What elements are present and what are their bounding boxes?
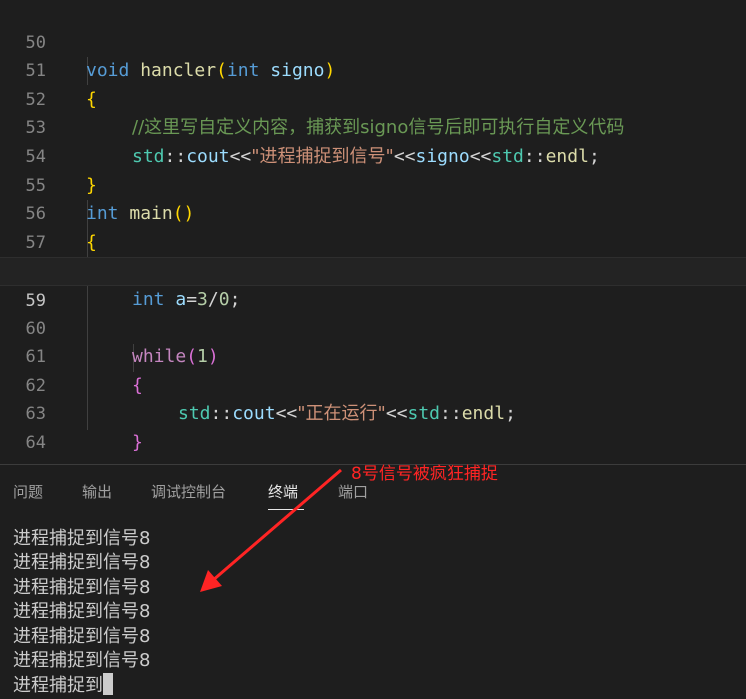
annotation-arrow-icon xyxy=(200,468,342,592)
annotation-arrow-shaft xyxy=(211,468,342,583)
